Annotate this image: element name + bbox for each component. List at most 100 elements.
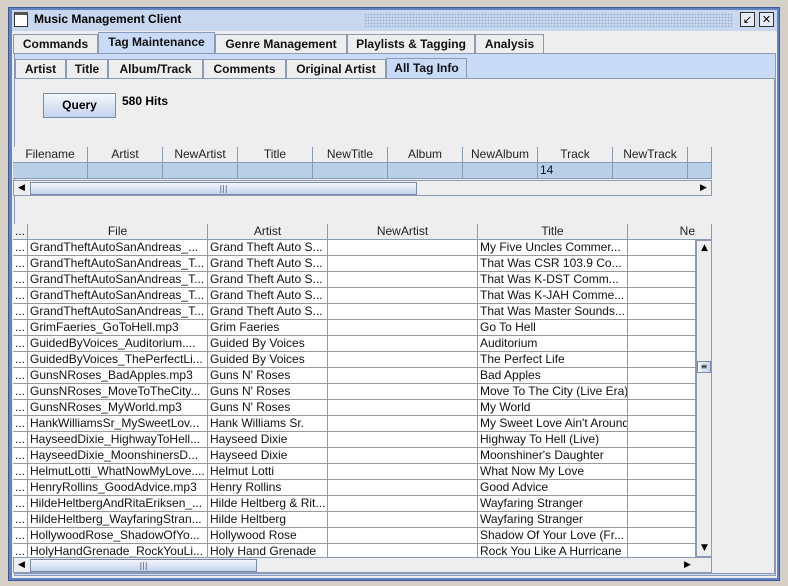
table-cell[interactable] (628, 480, 696, 496)
table-cell[interactable]: ... (13, 400, 28, 416)
table-cell[interactable]: Guns N' Roses (208, 368, 328, 384)
table-cell[interactable]: That Was Master Sounds... (478, 304, 628, 320)
table-cell[interactable]: GrandTheftAutoSanAndreas_... (28, 240, 208, 256)
subtab-all-tag-info[interactable]: All Tag Info (386, 58, 467, 79)
scroll-thumb[interactable]: ||| (30, 559, 257, 572)
table-cell[interactable] (328, 256, 478, 272)
column-header[interactable]: NewAlbum (463, 147, 538, 163)
table-cell[interactable]: GunsNRoses_MoveToTheCity... (28, 384, 208, 400)
table-cell[interactable] (328, 272, 478, 288)
table-cell[interactable]: Highway To Hell (Live) (478, 432, 628, 448)
scroll-left-icon[interactable]: ◀ (14, 558, 29, 572)
table-cell[interactable] (628, 352, 696, 368)
table-cell[interactable] (328, 464, 478, 480)
subtab-artist[interactable]: Artist (15, 59, 66, 79)
table-cell[interactable] (313, 163, 388, 179)
table-cell[interactable]: Moonshiner's Daughter (478, 448, 628, 464)
table-cell[interactable] (628, 432, 696, 448)
table-cell[interactable]: ... (13, 384, 28, 400)
table-cell[interactable]: Grand Theft Auto S... (208, 240, 328, 256)
table-cell[interactable] (328, 480, 478, 496)
table-cell[interactable] (328, 368, 478, 384)
scroll-thumb[interactable]: ||| (30, 182, 417, 195)
table-cell[interactable]: My Sweet Love Ain't Around (478, 416, 628, 432)
scroll-down-icon[interactable]: ▼ (697, 541, 712, 555)
table-cell[interactable]: Grand Theft Auto S... (208, 288, 328, 304)
scroll-left-icon[interactable]: ◀ (14, 181, 29, 195)
table-cell[interactable]: GrandTheftAutoSanAndreas_T... (28, 256, 208, 272)
table-cell[interactable]: My Five Uncles Commer... (478, 240, 628, 256)
table-cell[interactable] (328, 448, 478, 464)
column-header[interactable]: ... (13, 224, 28, 240)
table-cell[interactable]: Hollywood Rose (208, 528, 328, 544)
table-cell[interactable] (88, 163, 163, 179)
table-cell[interactable]: ... (13, 352, 28, 368)
column-header[interactable]: NewTrack (613, 147, 688, 163)
table-cell[interactable] (328, 512, 478, 528)
table-cell[interactable]: Guns N' Roses (208, 400, 328, 416)
table-cell[interactable]: ... (13, 336, 28, 352)
scroll-up-icon[interactable]: ▲ (697, 241, 712, 255)
table-cell[interactable]: HayseedDixie_MoonshinersD... (28, 448, 208, 464)
table-cell[interactable]: Hilde Heltberg & Rit... (208, 496, 328, 512)
table-cell[interactable]: HollywoodRose_ShadowOfYo... (28, 528, 208, 544)
table-cell[interactable]: Grim Faeries (208, 320, 328, 336)
table-cell[interactable] (628, 288, 696, 304)
tab-analysis[interactable]: Analysis (475, 34, 544, 54)
scroll-right-icon[interactable]: ▶ (696, 181, 711, 195)
table-cell[interactable]: GunsNRoses_BadApples.mp3 (28, 368, 208, 384)
table-cell[interactable]: Shadow Of Your Love (Fr... (478, 528, 628, 544)
table-cell[interactable]: Wayfaring Stranger (478, 496, 628, 512)
table-cell[interactable]: That Was CSR 103.9 Co... (478, 256, 628, 272)
table-cell[interactable]: Grand Theft Auto S... (208, 304, 328, 320)
table-cell[interactable] (328, 304, 478, 320)
table-cell[interactable] (628, 400, 696, 416)
close-icon[interactable]: ✕ (759, 12, 774, 27)
table-cell[interactable]: GrimFaeries_GoToHell.mp3 (28, 320, 208, 336)
table-cell[interactable]: ... (13, 240, 28, 256)
table-cell[interactable]: ... (13, 368, 28, 384)
table-cell[interactable] (328, 432, 478, 448)
files-table-hscrollbar[interactable]: ◀ ||| ▶ (13, 557, 712, 573)
table-cell[interactable] (328, 352, 478, 368)
table-cell[interactable] (628, 320, 696, 336)
table-cell[interactable]: ... (13, 416, 28, 432)
table-cell[interactable]: HankWilliamsSr_MySweetLov... (28, 416, 208, 432)
table-cell[interactable] (328, 528, 478, 544)
subtab-album-track[interactable]: Album/Track (108, 59, 203, 79)
table-cell[interactable] (628, 496, 696, 512)
tab-genre-management[interactable]: Genre Management (215, 34, 347, 54)
tab-playlists-tagging[interactable]: Playlists & Tagging (347, 34, 475, 54)
table-cell[interactable]: GuidedByVoices_ThePerfectLi... (28, 352, 208, 368)
table-cell[interactable]: Henry Rollins (208, 480, 328, 496)
table-cell[interactable] (328, 496, 478, 512)
table-cell[interactable] (688, 163, 712, 179)
column-header[interactable]: File (28, 224, 208, 240)
table-cell[interactable]: ... (13, 256, 28, 272)
tag-table-hscrollbar[interactable]: ◀ ||| ▶ (13, 180, 712, 196)
subtab-original-artist[interactable]: Original Artist (286, 59, 386, 79)
table-cell[interactable]: My World (478, 400, 628, 416)
table-cell[interactable]: Guns N' Roses (208, 384, 328, 400)
table-cell[interactable] (328, 416, 478, 432)
restore-icon[interactable]: ↙ (740, 12, 755, 27)
subtab-title[interactable]: Title (66, 59, 108, 79)
table-cell[interactable] (328, 336, 478, 352)
table-cell[interactable]: ... (13, 496, 28, 512)
table-cell[interactable]: ... (13, 432, 28, 448)
table-cell[interactable] (628, 272, 696, 288)
table-cell[interactable] (328, 400, 478, 416)
subtab-comments[interactable]: Comments (203, 59, 286, 79)
table-cell[interactable] (628, 512, 696, 528)
table-cell[interactable]: GunsNRoses_MyWorld.mp3 (28, 400, 208, 416)
table-cell[interactable] (628, 368, 696, 384)
table-cell[interactable] (628, 336, 696, 352)
table-cell[interactable]: GuidedByVoices_Auditorium.... (28, 336, 208, 352)
table-cell[interactable] (628, 416, 696, 432)
table-cell[interactable] (388, 163, 463, 179)
files-table-vscrollbar[interactable]: ▲ ≡ ▼ (696, 240, 712, 557)
table-cell[interactable] (628, 528, 696, 544)
table-cell[interactable] (13, 163, 88, 179)
table-cell[interactable] (628, 448, 696, 464)
column-header[interactable]: NewArtist (163, 147, 238, 163)
